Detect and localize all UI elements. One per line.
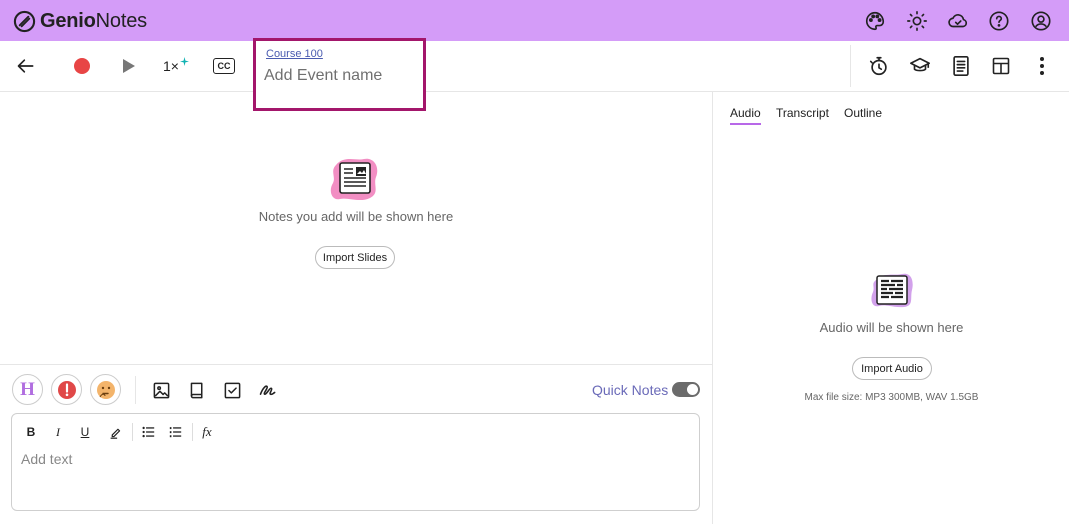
more-options-icon[interactable] [1030, 54, 1054, 78]
playback-speed-button[interactable]: 1× [160, 54, 192, 78]
highlight-button[interactable] [105, 423, 125, 441]
notes-empty-message: Notes you add will be shown here [258, 209, 454, 224]
underline-button[interactable]: U [75, 423, 95, 441]
note-editor: B I U fx Add text [11, 413, 700, 511]
toolbar-divider [850, 45, 851, 87]
italic-button[interactable]: I [48, 423, 68, 441]
palette-icon[interactable] [863, 9, 887, 33]
tab-audio[interactable]: Audio [730, 106, 761, 125]
timer-icon[interactable] [867, 54, 891, 78]
sparkle-icon [179, 56, 189, 66]
quick-notes-toggle[interactable] [672, 382, 700, 397]
notes-slides-icon [330, 158, 378, 201]
heading-button[interactable]: H [12, 374, 43, 405]
quick-notes-label: Quick Notes [592, 382, 669, 398]
top-bar: GenioNotes [0, 0, 1069, 41]
record-button[interactable] [70, 54, 94, 78]
tab-outline[interactable]: Outline [844, 106, 882, 120]
notes-document-icon[interactable] [949, 54, 973, 78]
book-icon[interactable] [186, 379, 208, 401]
playback-speed-label: 1× [163, 58, 179, 74]
cloud-icon[interactable] [946, 9, 970, 33]
course-link[interactable]: Course 100 [266, 48, 323, 60]
editor-text-area[interactable]: Add text [21, 451, 681, 491]
bullet-list-icon [141, 426, 154, 438]
bold-button[interactable]: B [21, 423, 41, 441]
captions-button[interactable]: CC [212, 56, 236, 76]
editor-divider [132, 423, 133, 441]
recording-toolbar: 1× CC [0, 41, 1069, 92]
graduation-cap-icon[interactable] [908, 54, 932, 78]
file-size-limit-note: Max file size: MP3 300MB, WAV 1.5GB [804, 392, 979, 403]
draw-icon[interactable] [257, 379, 279, 401]
formula-button[interactable]: fx [197, 423, 217, 441]
account-icon[interactable] [1029, 9, 1053, 33]
tab-transcript[interactable]: Transcript [776, 106, 829, 120]
import-slides-button[interactable]: Import Slides [315, 246, 395, 269]
app-logo[interactable]: GenioNotes [13, 8, 147, 34]
heading-letter-icon: H [20, 378, 35, 400]
highlighter-icon [110, 428, 120, 439]
numbered-list-button[interactable] [165, 423, 185, 441]
question-button[interactable] [90, 374, 121, 405]
logo-icon [13, 10, 36, 32]
exclamation-icon [57, 380, 76, 399]
notes-pane: Notes you add will be shown here Import … [0, 92, 712, 524]
editor-divider [192, 423, 193, 441]
bullet-list-button[interactable] [138, 423, 158, 441]
audio-transcript-icon [871, 273, 913, 308]
layout-icon[interactable] [989, 54, 1013, 78]
thinking-face-icon [96, 380, 115, 399]
editor-separator [0, 364, 712, 365]
help-icon[interactable] [987, 9, 1011, 33]
sun-icon[interactable] [905, 9, 929, 33]
event-name-input[interactable] [264, 65, 414, 87]
quick-divider [135, 376, 136, 404]
audio-empty-message: Audio will be shown here [819, 320, 964, 335]
captions-icon: CC [213, 58, 235, 74]
toggle-knob [687, 384, 698, 395]
back-arrow-icon[interactable] [14, 54, 38, 78]
app-name: GenioNotes [40, 9, 147, 32]
media-side-panel: Audio Transcript Outline Audio will be s… [712, 92, 1069, 524]
important-button[interactable] [51, 374, 82, 405]
play-button[interactable] [117, 54, 141, 78]
image-insert-icon[interactable] [150, 379, 172, 401]
checkbox-icon[interactable] [221, 379, 243, 401]
import-audio-button[interactable]: Import Audio [852, 357, 932, 380]
numbered-list-icon [169, 427, 181, 438]
